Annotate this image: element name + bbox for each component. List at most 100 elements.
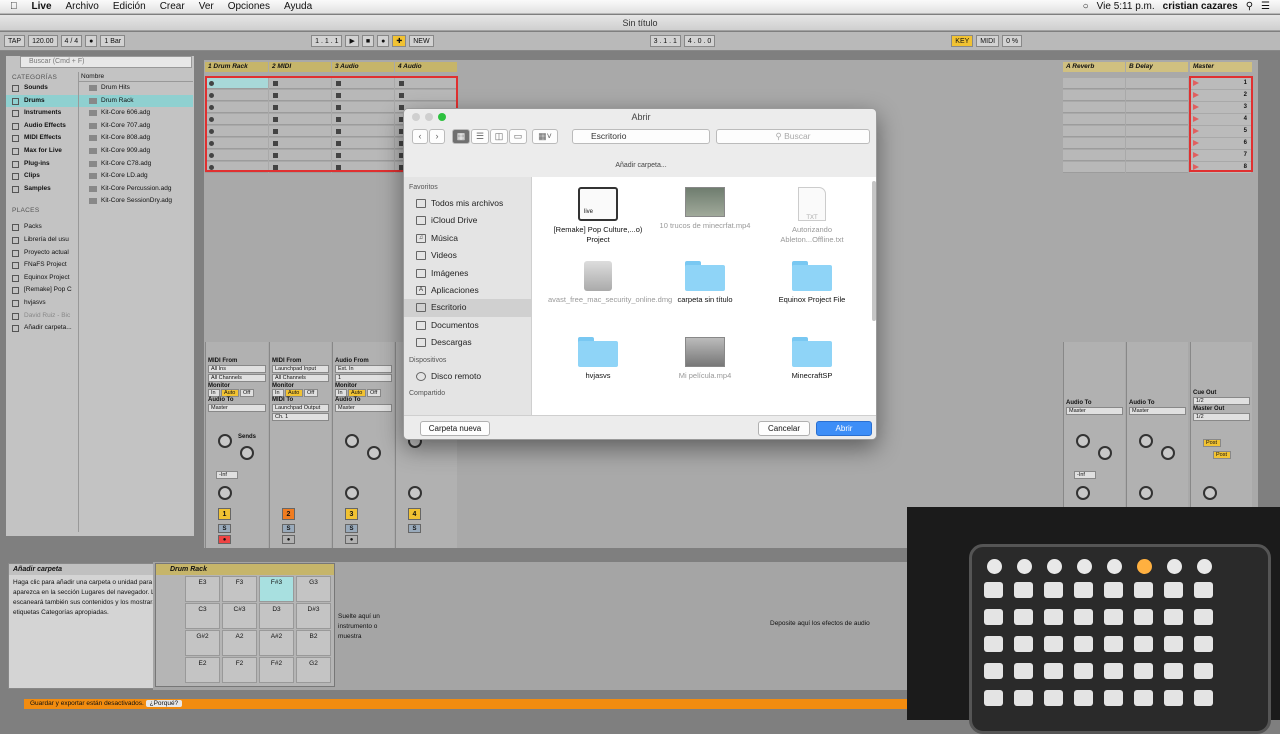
launchpad-pad[interactable] bbox=[1014, 582, 1033, 598]
send-b-knob[interactable] bbox=[367, 446, 381, 460]
output-select[interactable]: Launchpad Output bbox=[272, 404, 329, 412]
pan-knob[interactable] bbox=[218, 486, 232, 500]
launchpad-pad[interactable] bbox=[1194, 636, 1213, 652]
output-select[interactable]: Master bbox=[1129, 407, 1186, 415]
send-b-knob[interactable] bbox=[240, 446, 254, 460]
send-b-knob[interactable] bbox=[1098, 446, 1112, 460]
sidebar-item-remote-disc[interactable]: Disco remoto bbox=[404, 368, 531, 385]
sidebar-item-downloads[interactable]: Descargas bbox=[404, 334, 531, 351]
file-grid-scrollbar[interactable] bbox=[872, 181, 876, 321]
send-a-knob[interactable] bbox=[218, 434, 232, 448]
send-b-knob[interactable] bbox=[1161, 446, 1175, 460]
launchpad-pad[interactable] bbox=[1074, 690, 1093, 706]
post-button-b[interactable]: Post bbox=[1213, 451, 1231, 459]
time-signature[interactable]: 4 / 4 bbox=[60, 35, 83, 47]
clip-slot[interactable] bbox=[1063, 90, 1125, 101]
file-item[interactable]: Equinox Project File bbox=[762, 261, 862, 305]
sidebar-item-all-files[interactable]: Todos mis archivos bbox=[404, 195, 531, 212]
output-select[interactable]: Master bbox=[208, 404, 266, 412]
place-fnafs[interactable]: FNaFS Project bbox=[6, 259, 78, 272]
monitor-in[interactable]: In bbox=[208, 389, 220, 397]
file-item[interactable]: TXT Autorizando Ableton...Offline.txt bbox=[762, 187, 862, 245]
file-item[interactable]: hvjasvs bbox=[548, 337, 648, 381]
send-a-knob[interactable] bbox=[345, 434, 359, 448]
clip-slot[interactable] bbox=[1063, 102, 1125, 113]
send-a-knob[interactable] bbox=[1076, 434, 1090, 448]
menu-opciones[interactable]: Opciones bbox=[228, 1, 270, 12]
place-user-library[interactable]: Librería del usu bbox=[6, 234, 78, 247]
sidebar-item-music[interactable]: ♫ Música bbox=[404, 230, 531, 247]
place-packs[interactable]: Packs bbox=[6, 221, 78, 234]
send-a-knob[interactable] bbox=[1139, 434, 1153, 448]
browser-file-item[interactable]: Kit-Core 707.adg bbox=[79, 120, 193, 133]
input-type-select[interactable]: All Ins bbox=[208, 365, 266, 373]
name-column-header[interactable]: Nombre bbox=[79, 72, 193, 82]
sidebar-item-applications[interactable]: A Aplicaciones bbox=[404, 282, 531, 299]
menu-ayuda[interactable]: Ayuda bbox=[284, 1, 312, 12]
place-equinox[interactable]: Equinox Project bbox=[6, 272, 78, 285]
cue-out-select[interactable]: 1/2 bbox=[1193, 397, 1250, 405]
browser-file-item[interactable]: Drum Rack bbox=[79, 94, 193, 108]
monitor-auto[interactable]: Auto bbox=[285, 389, 303, 397]
sidebar-item-icloud[interactable]: iCloud Drive bbox=[404, 212, 531, 229]
apple-icon[interactable]:  bbox=[10, 1, 18, 12]
input-type-select[interactable]: Launchpad Input bbox=[272, 365, 329, 373]
clip-slot[interactable] bbox=[1063, 162, 1125, 173]
arrangement-position[interactable]: 1 . 1 . 1 bbox=[311, 35, 343, 47]
sidebar-item-videos[interactable]: Videos bbox=[404, 247, 531, 264]
tap-button[interactable]: TAP bbox=[4, 35, 26, 47]
midi-map-button[interactable]: MIDI bbox=[976, 35, 1000, 47]
launchpad-pad[interactable] bbox=[1164, 690, 1183, 706]
launchpad-pad[interactable] bbox=[1134, 609, 1153, 625]
user-name[interactable]: cristian cazares bbox=[1163, 1, 1238, 12]
launchpad-pad[interactable] bbox=[1104, 690, 1123, 706]
dialog-search-input[interactable]: ⚲ Buscar bbox=[716, 129, 870, 144]
master-out-select[interactable]: 1/2 bbox=[1193, 413, 1250, 421]
arm-button[interactable]: ● bbox=[345, 535, 358, 544]
drum-pad[interactable]: F#3 bbox=[259, 576, 294, 602]
category-drums[interactable]: Drums bbox=[6, 94, 78, 108]
key-map-button[interactable]: KEY bbox=[951, 35, 974, 47]
input-type-select[interactable]: Ext. In bbox=[335, 365, 392, 373]
drum-pad[interactable]: F#2 bbox=[259, 657, 294, 683]
output-channel-select[interactable]: Ch. 1 bbox=[272, 413, 329, 421]
drum-pad[interactable]: A#2 bbox=[259, 630, 294, 656]
arrange-icon[interactable]: ▦˅ bbox=[532, 129, 558, 144]
back-icon[interactable]: ‹ bbox=[412, 129, 428, 144]
category-max-for-live[interactable]: Max for Live bbox=[6, 145, 78, 158]
launchpad-pad[interactable] bbox=[1134, 690, 1153, 706]
drum-pad[interactable]: F3 bbox=[222, 576, 257, 602]
launchpad-pad[interactable] bbox=[984, 636, 1003, 652]
drum-pad[interactable]: G3 bbox=[296, 576, 331, 602]
clock[interactable]: Vie 5:11 p.m. bbox=[1097, 1, 1155, 12]
solo-button[interactable]: S bbox=[345, 524, 358, 533]
drum-pad[interactable]: G#2 bbox=[185, 630, 220, 656]
launchpad-pad[interactable] bbox=[984, 690, 1003, 706]
clip-slot[interactable] bbox=[1063, 126, 1125, 137]
monitor-auto[interactable]: Auto bbox=[348, 389, 366, 397]
menu-ver[interactable]: Ver bbox=[199, 1, 214, 12]
launchpad-pad[interactable] bbox=[1104, 609, 1123, 625]
monitor-off[interactable]: Off bbox=[367, 389, 381, 397]
return-header-a[interactable]: A Reverb bbox=[1063, 62, 1125, 72]
launchpad-pad[interactable] bbox=[1044, 609, 1063, 625]
drum-pad[interactable]: B2 bbox=[296, 630, 331, 656]
launchpad-pad[interactable] bbox=[1164, 663, 1183, 679]
drum-pad[interactable]: C3 bbox=[185, 603, 220, 629]
spotlight-icon[interactable]: ⚲ bbox=[1246, 1, 1253, 12]
location-select[interactable]: Escritorio bbox=[572, 129, 710, 144]
launchpad-pad[interactable] bbox=[1014, 690, 1033, 706]
track-header-3[interactable]: 3 Audio bbox=[332, 62, 394, 72]
pan-knob[interactable] bbox=[1203, 486, 1217, 500]
clip-slot[interactable] bbox=[1063, 78, 1125, 89]
category-sounds[interactable]: Sounds bbox=[6, 82, 78, 95]
record-icon[interactable]: ● bbox=[377, 35, 390, 47]
browser-file-item[interactable]: Kit-Core 909.adg bbox=[79, 145, 193, 158]
launchpad-top-button[interactable] bbox=[1077, 559, 1092, 574]
metronome-icon[interactable]: ● bbox=[85, 35, 98, 47]
launchpad-pad[interactable] bbox=[1164, 636, 1183, 652]
launchpad-pad[interactable] bbox=[1014, 636, 1033, 652]
file-item[interactable]: MinecraftSP bbox=[762, 337, 862, 381]
category-samples[interactable]: Samples bbox=[6, 183, 78, 196]
cancel-button[interactable]: Cancelar bbox=[758, 421, 810, 436]
